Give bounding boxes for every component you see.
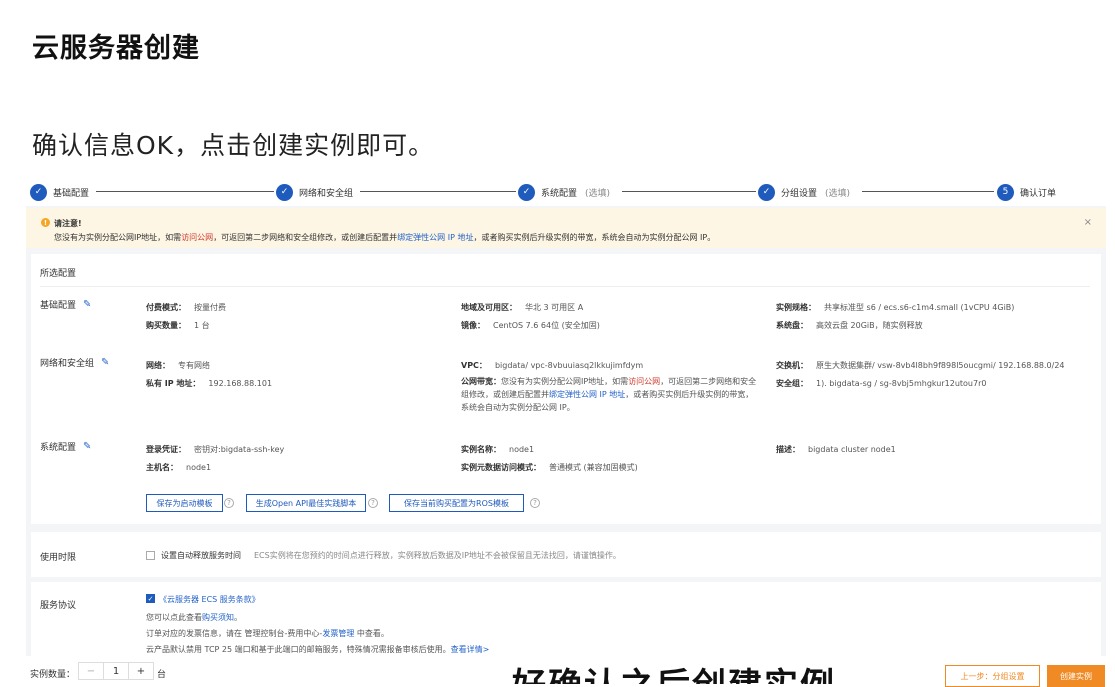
region-field: 地域及可用区： 华北 3 可用区 A	[461, 303, 584, 312]
step-basic[interactable]: ✓ 基础配置	[30, 182, 89, 202]
description-field: 描述： bigdata cluster node1	[776, 445, 896, 454]
login-credential-field: 登录凭证： 密钥对:bigdata-ssh-key	[146, 445, 285, 454]
check-icon: ✓	[758, 183, 775, 201]
edit-icon[interactable]: ✎	[83, 299, 91, 310]
agreement-checkbox[interactable]: ✓	[146, 594, 155, 603]
step-connector	[862, 191, 994, 192]
section-basic: 基础配置 ✎	[40, 299, 92, 311]
bind-eip-link[interactable]: 绑定弹性公网 IP 地址	[397, 233, 473, 242]
step-connector	[360, 191, 516, 192]
video-caption: 好确认之后创建实例	[512, 662, 836, 684]
section-system: 系统配置 ✎	[40, 441, 92, 453]
metadata-mode-field: 实例元数据访问模式： 普通模式 (兼容加固模式)	[461, 463, 638, 472]
step-label: 网络和安全组	[299, 188, 354, 199]
slide-subtitle: 确认信息OK，点击创建实例即可。	[32, 131, 435, 160]
instance-name-field: 实例名称： node1	[461, 445, 535, 454]
image-field: 镜像： CentOS 7.6 64位 (安全加固)	[461, 321, 600, 330]
warning-text: 您没有为实例分配公网IP地址，如需访问公网，可返回第二步网络和安全组修改，或创建…	[54, 233, 716, 242]
warning-title: 请注意!	[54, 219, 82, 228]
edit-icon[interactable]: ✎	[83, 441, 91, 452]
generate-openapi-button[interactable]: 生成Open API最佳实践脚本	[246, 494, 366, 512]
quantity-field: 购买数量： 1 台	[146, 321, 210, 330]
usage-label: 使用时限	[40, 553, 77, 563]
step-optional: (选填)	[585, 188, 611, 199]
step-label: 确认订单	[1020, 188, 1057, 199]
agreement-label: 服务协议	[40, 601, 77, 611]
selected-config-card: 所选配置 基础配置 ✎ 付费模式： 按量付费 购买数量： 1 台 地域及可用区： 华北 …	[31, 254, 1101, 524]
section-network: 网络和安全组 ✎	[40, 357, 110, 369]
step-label: 系统配置	[541, 188, 578, 199]
bandwidth-field: 公网带宽：您没有为实例分配公网IP地址，如需访问公网，可返回第二步网络和安全组修…	[461, 377, 757, 412]
warning-banner: ! 请注意! 您没有为实例分配公网IP地址，如需访问公网，可返回第二步网络和安全…	[26, 208, 1106, 248]
public-access-link[interactable]: 访问公网	[628, 377, 660, 386]
network-type-field: 网络： 专有网络	[146, 361, 210, 370]
billing-field: 付费模式： 按量付费	[146, 303, 226, 312]
close-icon[interactable]: ×	[1084, 217, 1092, 228]
quantity-label: 实例数量：	[30, 670, 76, 680]
help-icon[interactable]: ?	[224, 498, 234, 508]
quantity-value[interactable]: 1	[103, 663, 129, 679]
save-launch-template-button[interactable]: 保存为启动模板	[146, 494, 223, 512]
help-icon[interactable]: ?	[530, 498, 540, 508]
purchase-notice-link[interactable]: 购买须知	[202, 613, 234, 622]
warning-icon: !	[41, 218, 50, 227]
decrement-button[interactable]: −	[79, 663, 103, 679]
help-icon[interactable]: ?	[368, 498, 378, 508]
disk-field: 系统盘： 高效云盘 20GiB，随实例释放	[776, 321, 923, 330]
quantity-unit: 台	[157, 670, 167, 680]
step-connector	[96, 191, 274, 192]
auto-release-label: 设置自动释放服务时间	[161, 551, 241, 560]
invoice-link[interactable]: 发票管理	[322, 629, 354, 638]
check-icon: ✓	[30, 183, 47, 201]
vpc-field: VPC： bigdata/ vpc-8vbuuiasq2lkkujimfdym	[461, 361, 644, 370]
step-label: 基础配置	[53, 188, 90, 199]
hostname-field: 主机名： node1	[146, 463, 212, 472]
step-confirm[interactable]: 5 确认订单	[997, 182, 1056, 202]
check-icon: ✓	[518, 183, 535, 201]
step-system[interactable]: ✓ 系统配置 (选填)	[518, 182, 610, 202]
private-ip-field: 私有 IP 地址： 192.168.88.101	[146, 379, 273, 388]
security-group-field: 安全组： 1). bigdata-sg / sg-8vbj5mhgkur12uto…	[776, 379, 987, 388]
usage-period-card: 使用时限 设置自动释放服务时间 ECS实例将在您预约的时间点进行释放，实例释放后…	[31, 532, 1101, 577]
step-connector	[622, 191, 756, 192]
step-label: 分组设置	[781, 188, 818, 199]
step-number: 5	[997, 183, 1014, 201]
card-header: 所选配置	[40, 269, 77, 279]
save-ros-template-button[interactable]: 保存当前购买配置为ROS模板	[389, 494, 524, 512]
increment-button[interactable]: +	[129, 663, 153, 679]
slide-title: 云服务器创建	[32, 33, 200, 64]
auto-release-checkbox[interactable]	[146, 551, 155, 560]
details-link[interactable]: 查看详情>	[451, 645, 490, 654]
quantity-stepper[interactable]: − 1 +	[78, 662, 154, 680]
public-access-link[interactable]: 访问公网	[181, 233, 213, 242]
step-optional: (选填)	[825, 188, 851, 199]
edit-icon[interactable]: ✎	[101, 357, 109, 368]
spec-field: 实例规格： 共享标准型 s6 / ecs.s6-c1m4.small (1vCPU…	[776, 303, 1015, 312]
terms-link[interactable]: 《云服务器 ECS 服务条款》	[159, 594, 260, 605]
console-screenshot: ✓ 基础配置 ✓ 网络和安全组 ✓ 系统配置 (选填) ✓ 分组设置 (选填) …	[26, 178, 1106, 684]
invoice-text: 订单对应的发票信息，请在 管理控制台-费用中心-发票管理 中查看。	[146, 629, 389, 638]
check-icon: ✓	[276, 183, 293, 201]
bind-eip-link[interactable]: 绑定弹性公网 IP 地址	[549, 390, 625, 399]
auto-release-hint: ECS实例将在您预约的时间点进行释放，实例释放后数据及IP地址不会被保留且无法找…	[254, 551, 621, 560]
step-group[interactable]: ✓ 分组设置 (选填)	[758, 182, 850, 202]
purchase-notice-text: 您可以点此查看购买须知。	[146, 613, 242, 622]
divider	[40, 286, 1090, 287]
step-network[interactable]: ✓ 网络和安全组	[276, 182, 353, 202]
progress-steps: ✓ 基础配置 ✓ 网络和安全组 ✓ 系统配置 (选填) ✓ 分组设置 (选填) …	[26, 178, 1106, 206]
port-notice-text: 云产品默认禁用 TCP 25 端口和基于此端口的邮箱服务，特殊情况需报备审核后使…	[146, 645, 490, 654]
vswitch-field: 交换机： 原生大数据集群/ vsw-8vb4l8bh9f898l5oucgmi/ …	[776, 361, 1065, 370]
